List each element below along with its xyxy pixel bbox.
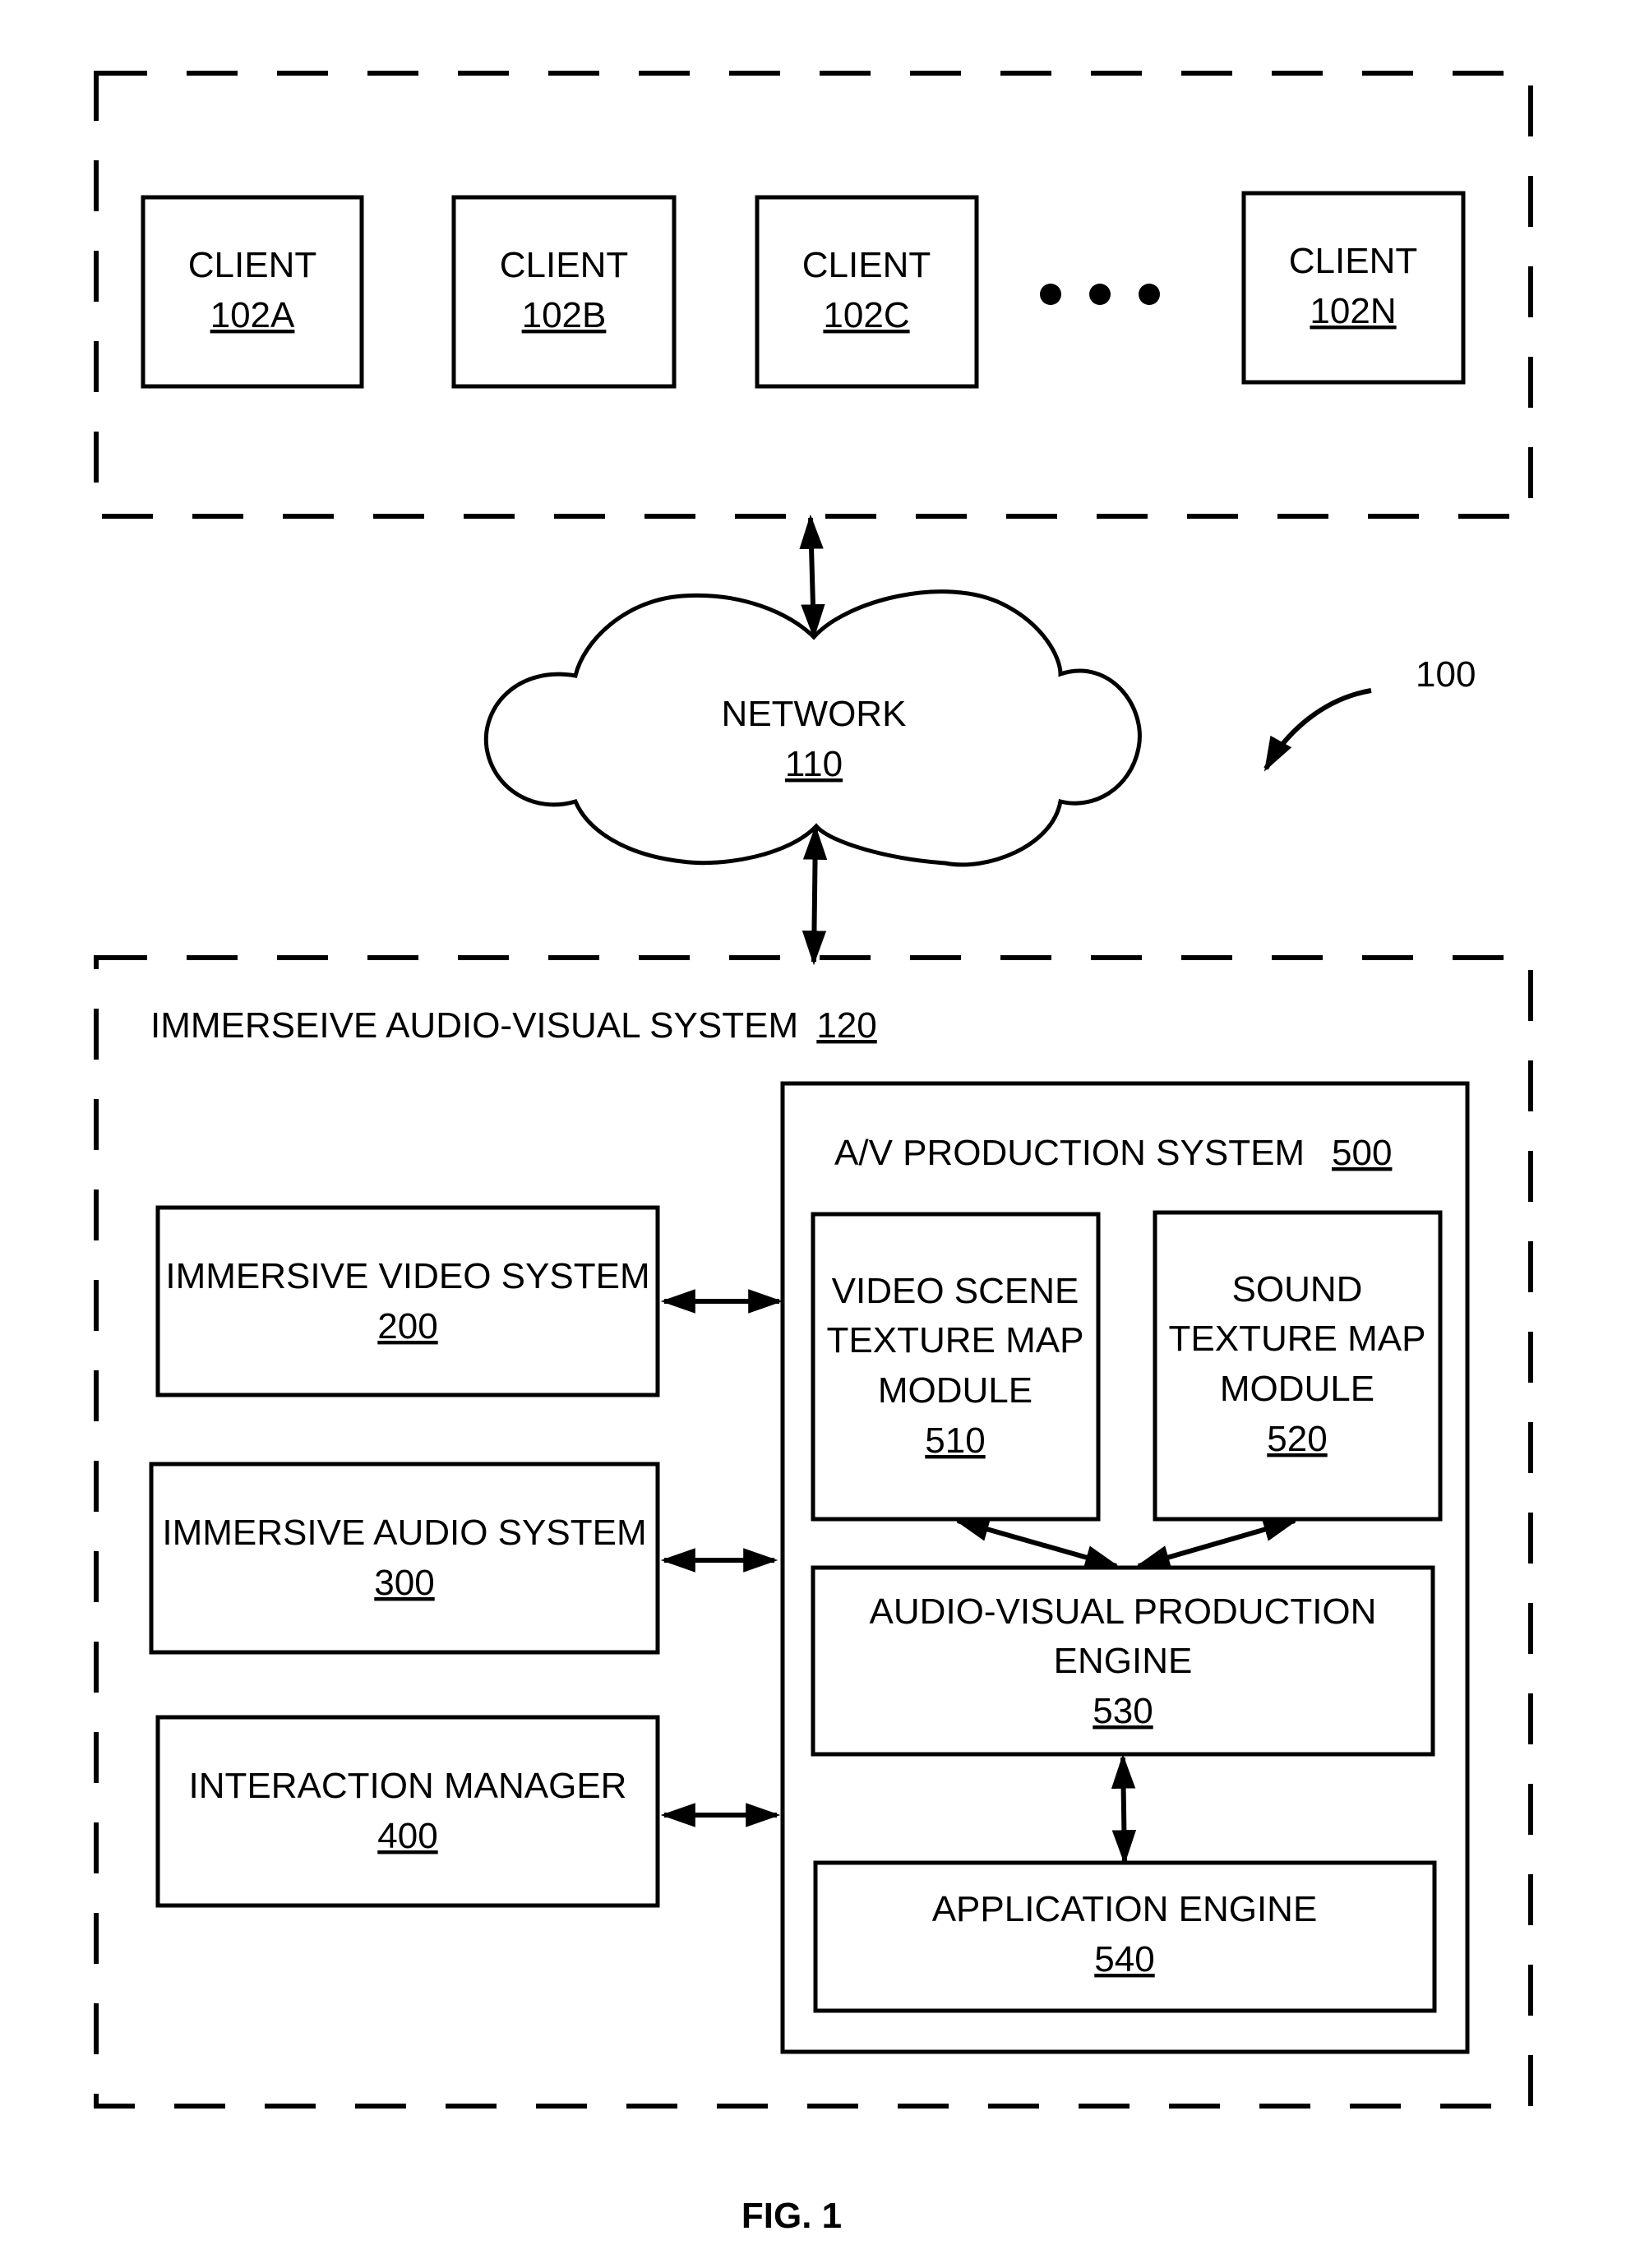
network-ref: 110	[785, 744, 843, 784]
client-ref: 102N	[1310, 291, 1396, 331]
client-label: CLIENT	[1289, 241, 1417, 281]
component-label: IMMERSIVE AUDIO SYSTEM	[162, 1513, 646, 1553]
system-ref-pointer-arrow	[1263, 688, 1372, 772]
module-label-line: MODULE	[1220, 1369, 1374, 1409]
client-label: CLIENT	[188, 245, 316, 285]
ellipsis-dots	[1040, 284, 1160, 305]
module-label-line: SOUND	[1232, 1269, 1363, 1310]
audio-visual-production-engine[interactable]: AUDIO-VISUAL PRODUCTION ENGINE 530	[811, 1565, 1435, 1757]
interaction-manager-box[interactable]: INTERACTION MANAGER 400	[155, 1715, 660, 1908]
engine-ref: 540	[1094, 1939, 1154, 1979]
client-label: CLIENT	[802, 245, 931, 285]
client-box[interactable]: CLIENT 102A	[141, 195, 364, 389]
client-ref: 102A	[210, 295, 295, 335]
immersive-audio-system-box[interactable]: IMMERSIVE AUDIO SYSTEM 300	[149, 1462, 660, 1655]
av-system-title-text: IMMERSEIVE AUDIO-VISUAL SYSTEM	[150, 1005, 798, 1046]
module-label-line: VIDEO SCENE	[832, 1271, 1079, 1311]
clients-network-arrow	[799, 514, 825, 640]
client-ref: 102C	[823, 295, 909, 335]
component-ref: 200	[377, 1306, 437, 1346]
engine-ref: 530	[1093, 1691, 1153, 1731]
client-ref: 102B	[522, 295, 607, 335]
client-label: CLIENT	[500, 245, 628, 285]
system-diagram: CLIENT 102A CLIENT 102B CLIENT 102C CLIE…	[94, 71, 1533, 2236]
client-box[interactable]: CLIENT 102N	[1241, 191, 1466, 385]
sound-texture-map-module[interactable]: SOUND TEXTURE MAP MODULE 520	[1153, 1210, 1443, 1522]
network-system-arrow	[802, 825, 828, 966]
client-box[interactable]: CLIENT 102C	[755, 195, 979, 389]
application-engine[interactable]: APPLICATION ENGINE 540	[813, 1860, 1437, 2013]
network-label: NETWORK	[722, 694, 907, 734]
engine-label-line: APPLICATION ENGINE	[932, 1889, 1318, 1929]
figure-caption: FIG. 1	[741, 2196, 842, 2236]
module-ref: 520	[1267, 1419, 1327, 1459]
video-scene-texture-map-module[interactable]: VIDEO SCENE TEXTURE MAP MODULE 510	[811, 1212, 1101, 1522]
module-label-line: MODULE	[878, 1370, 1033, 1411]
component-label: INTERACTION MANAGER	[189, 1766, 627, 1806]
component-ref: 400	[377, 1816, 437, 1856]
engine-label-line: ENGINE	[1054, 1641, 1193, 1681]
av-production-title: A/V PRODUCTION SYSTEM	[834, 1133, 1305, 1173]
production-application-arrow	[1111, 1753, 1137, 1865]
component-label: IMMERSIVE VIDEO SYSTEM	[165, 1256, 649, 1296]
av-system-title: IMMERSEIVE AUDIO-VISUAL SYSTEM 120	[150, 1005, 877, 1046]
component-ref: 300	[374, 1563, 434, 1603]
module-label-line: TEXTURE MAP	[1169, 1319, 1426, 1359]
client-box[interactable]: CLIENT 102B	[451, 195, 677, 389]
av-production-ref: 500	[1332, 1133, 1392, 1173]
immersive-video-system-box[interactable]: IMMERSIVE VIDEO SYSTEM 200	[155, 1205, 660, 1397]
system-ref-label: 100	[1416, 654, 1476, 695]
av-system-ref: 120	[816, 1005, 876, 1046]
engine-label-line: AUDIO-VISUAL PRODUCTION	[870, 1591, 1377, 1632]
module-label-line: TEXTURE MAP	[827, 1320, 1084, 1360]
module-ref: 510	[925, 1420, 985, 1461]
